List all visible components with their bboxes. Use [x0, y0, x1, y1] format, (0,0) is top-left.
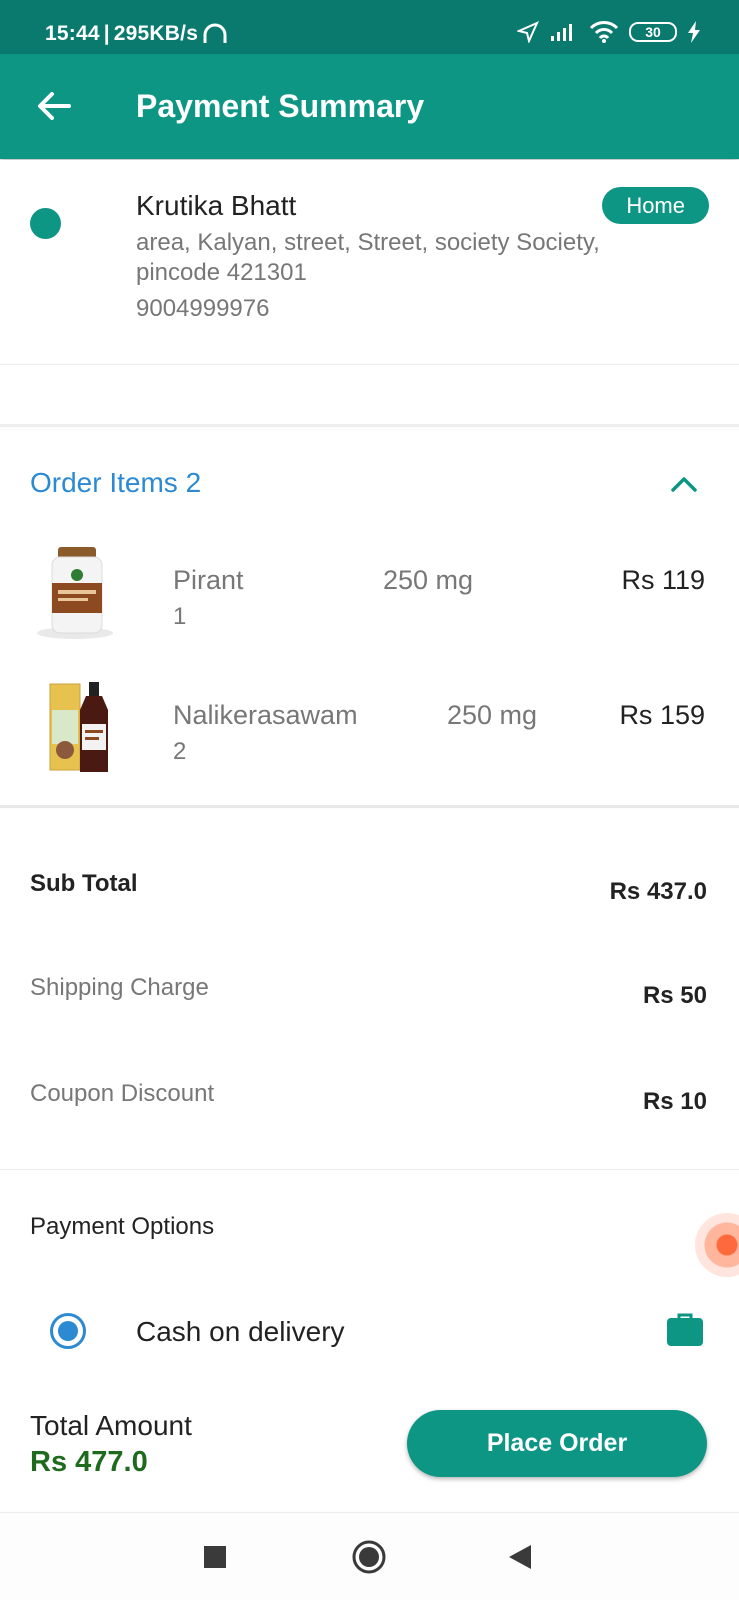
wifi-icon	[589, 21, 619, 43]
total-amount-value: Rs 477.0	[30, 1446, 148, 1478]
item-price: Rs 119	[621, 565, 705, 595]
item-name: Pirant	[173, 565, 244, 595]
address-type-badge: Home	[602, 187, 709, 224]
item-quantity: 2	[173, 738, 187, 765]
coupon-row: Coupon Discount Rs 10	[30, 1080, 707, 1120]
place-order-button[interactable]: Place Order	[407, 1410, 707, 1477]
status-bar: 15:44 | 295KB/s 30	[0, 0, 739, 54]
signal-icon	[551, 24, 572, 41]
address-name: Krutika Bhatt	[136, 190, 297, 221]
status-right: 30	[517, 20, 701, 44]
cash-on-delivery-radio[interactable]	[50, 1313, 86, 1349]
system-nav-bar	[0, 1512, 739, 1600]
subtotal-value: Rs 437.0	[609, 878, 707, 905]
coupon-value: Rs 10	[642, 1088, 707, 1115]
list-item[interactable]: Pirant 250 mg 1 Rs 119	[0, 545, 739, 655]
address-phone: 9004999976	[136, 295, 270, 322]
battery-icon: 30	[629, 22, 677, 42]
home-button[interactable]	[347, 1535, 391, 1579]
status-separator: |	[103, 22, 110, 45]
order-items-section: Order Items 2 Pirant 250 mg 1 Rs 119 Nal…	[0, 430, 739, 808]
chevron-up-icon	[671, 477, 697, 492]
triangle-back-icon	[509, 1545, 531, 1569]
location-icon	[517, 21, 539, 43]
charging-icon	[688, 21, 700, 43]
address-card[interactable]: Krutika Bhatt Home area, Kalyan, street,…	[0, 160, 739, 365]
shipping-row: Shipping Charge Rs 50	[30, 974, 707, 1014]
coupon-label: Coupon Discount	[30, 1080, 215, 1107]
subtotal-row: Sub Total Rs 437.0	[30, 870, 707, 910]
radio-selected-dot	[58, 1321, 78, 1341]
back-nav-button[interactable]	[498, 1535, 542, 1579]
payment-options-title: Payment Options	[30, 1213, 215, 1240]
recents-button[interactable]	[193, 1535, 237, 1579]
status-speed: 295KB/s	[113, 22, 199, 45]
arrow-left-icon	[38, 92, 71, 120]
product-image	[37, 547, 113, 639]
payment-option-label[interactable]: Cash on delivery	[136, 1316, 345, 1348]
floating-assistant-button[interactable]	[695, 1213, 739, 1277]
total-amount-label: Total Amount	[30, 1410, 192, 1441]
page-title: Payment Summary	[136, 88, 425, 124]
headphones-icon	[203, 23, 227, 43]
shipping-value: Rs 50	[642, 982, 707, 1009]
back-button[interactable]	[30, 82, 78, 130]
section-divider	[0, 365, 739, 427]
price-breakdown: Sub Total Rs 437.0 Shipping Charge Rs 50…	[0, 810, 739, 1170]
item-name: Nalikerasawam	[173, 700, 358, 730]
item-dose: 250 mg	[383, 565, 474, 595]
order-items-title[interactable]: Order Items 2	[30, 467, 201, 499]
item-quantity: 1	[173, 603, 187, 630]
battery-level: 30	[645, 24, 661, 40]
shipping-label: Shipping Charge	[30, 974, 209, 1001]
square-icon	[204, 1546, 226, 1568]
address-indicator	[30, 208, 61, 239]
product-image	[49, 682, 108, 772]
collapse-button[interactable]	[667, 467, 701, 501]
briefcase-icon	[667, 1313, 703, 1346]
address-line: area, Kalyan, street, Street, society So…	[136, 229, 600, 286]
list-item[interactable]: Nalikerasawam 250 mg 2 Rs 159	[0, 680, 739, 790]
app-bar: Payment Summary	[0, 54, 739, 159]
item-price: Rs 159	[619, 700, 705, 730]
item-dose: 250 mg	[447, 700, 538, 730]
status-time: 15:44	[45, 22, 100, 45]
circle-icon	[352, 1540, 386, 1574]
subtotal-label: Sub Total	[30, 870, 138, 897]
status-left: 15:44 | 295KB/s	[45, 22, 228, 46]
